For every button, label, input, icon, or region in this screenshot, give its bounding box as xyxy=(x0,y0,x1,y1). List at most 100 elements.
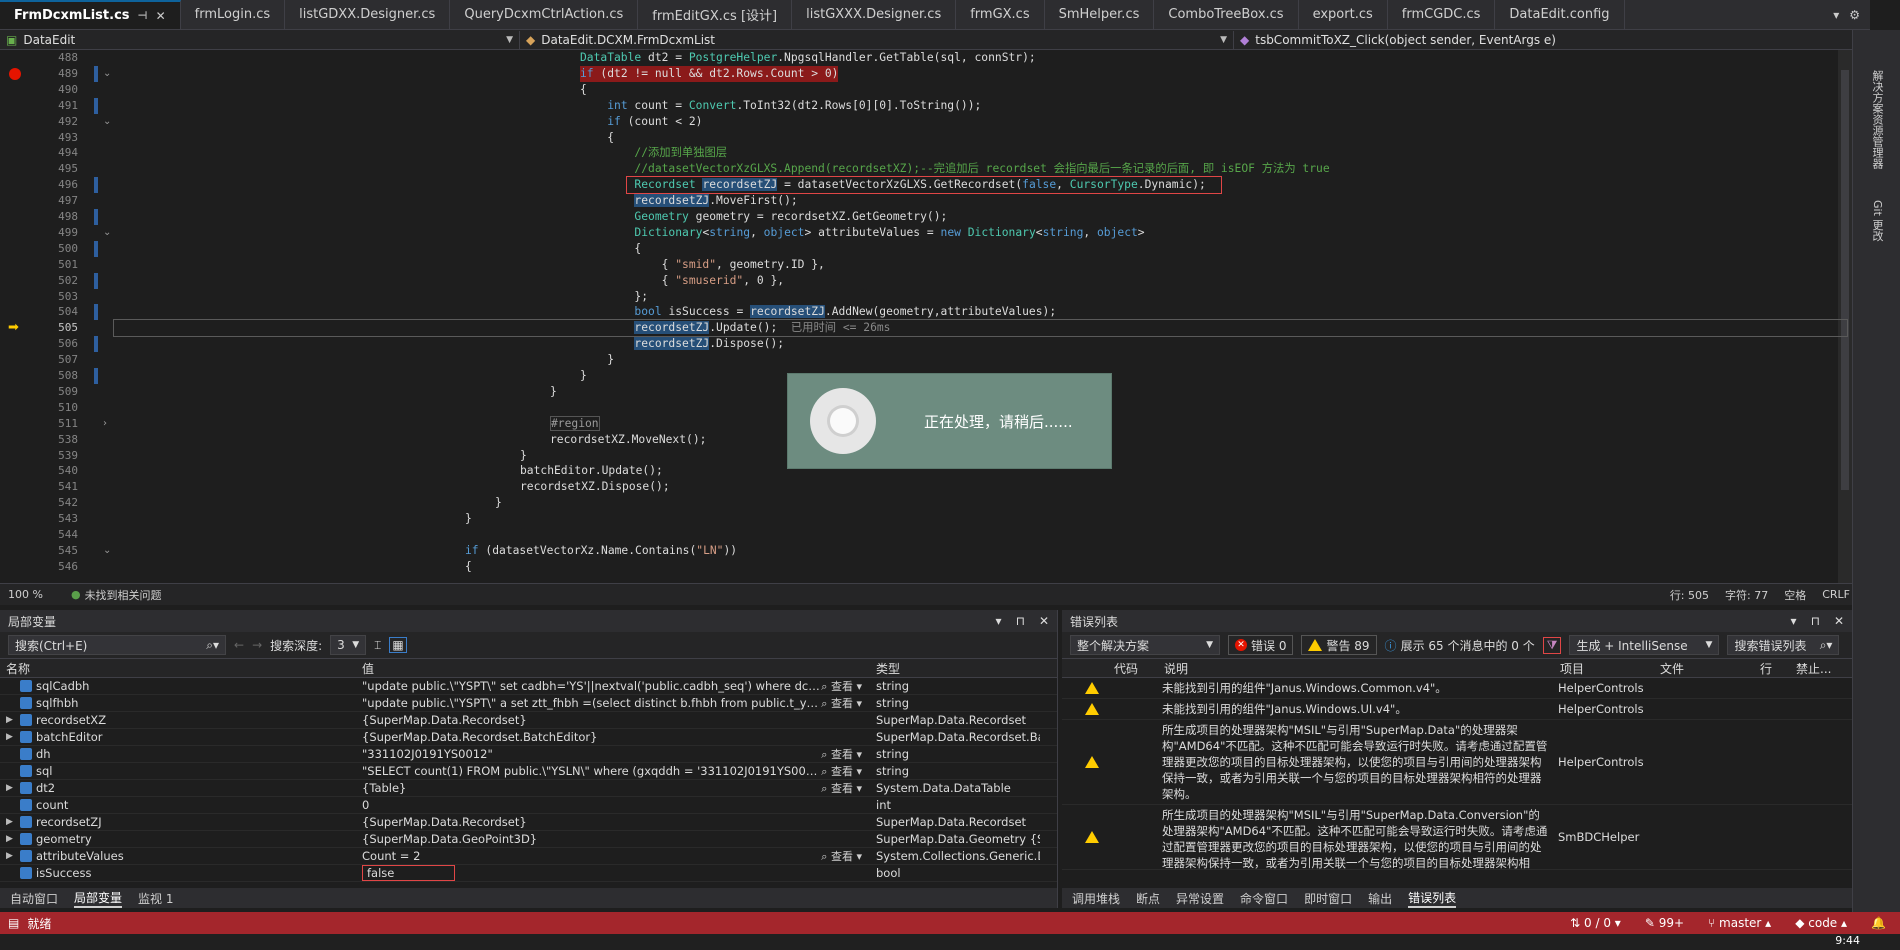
locals-row[interactable]: ▶ recordsetXZ {SuperMap.Data.Recordset} Sup… xyxy=(0,712,1057,729)
view-button[interactable]: ⌕ 查看 ▾ xyxy=(821,848,870,864)
bottom-tab[interactable]: 错误列表 xyxy=(1408,889,1457,908)
tab-3[interactable]: QueryDcxmCtrlAction.cs xyxy=(450,0,639,29)
code-line[interactable]: 544 xyxy=(0,527,1850,543)
column-type[interactable]: 类型 xyxy=(870,660,1040,677)
tab-4[interactable]: frmEditGX.cs [设计] xyxy=(638,0,793,29)
code-line[interactable]: 502 { "smuserid", 0 }, xyxy=(0,272,1850,289)
column-name[interactable]: 名称 xyxy=(0,660,356,677)
bottom-tab[interactable]: 调用堆栈 xyxy=(1072,890,1120,907)
code-line[interactable]: 488 DataTable dt2 = PostgreHelper.NpgsqlH… xyxy=(0,50,1850,66)
locals-row[interactable]: ▶ attributeValues Count = 2 ⌕ 查看 ▾ System.Co… xyxy=(0,848,1057,865)
code-text[interactable]: //datasetVectorXzGLXS.Append(recordsetXZ… xyxy=(580,161,1329,177)
code-text[interactable]: { xyxy=(580,241,641,257)
line-ending-indicator[interactable]: CRLF xyxy=(1822,588,1850,601)
line-number[interactable]: 497 xyxy=(30,193,78,209)
column-line[interactable]: 行 xyxy=(1754,660,1790,677)
line-number[interactable]: 490 xyxy=(30,82,78,98)
code-line[interactable]: 495 //datasetVectorXzGLXS.Append(records… xyxy=(0,161,1850,177)
code-line[interactable]: 500 { xyxy=(0,240,1850,257)
line-number[interactable]: 507 xyxy=(30,352,78,368)
pin-window-icon[interactable]: ⊓ xyxy=(1811,614,1820,628)
tab-1[interactable]: frmLogin.cs xyxy=(181,0,286,29)
execution-pointer-icon[interactable]: ➡ xyxy=(8,321,22,334)
code-text[interactable]: bool isSuccess = recordsetZJ.AddNew(geom… xyxy=(580,304,1056,320)
line-number[interactable]: 511 xyxy=(30,416,78,432)
git-changes-tab[interactable]: Git 更改 xyxy=(1869,200,1885,241)
whitespace-indicator[interactable]: 空格 xyxy=(1784,587,1806,603)
code-line[interactable]: 490 { xyxy=(0,82,1850,98)
line-number[interactable]: 503 xyxy=(30,289,78,305)
code-text[interactable]: recordsetXZ.Dispose(); xyxy=(520,479,670,495)
line-number[interactable]: 540 xyxy=(30,463,78,479)
member-dropdown[interactable]: ◆ tsbCommitToXZ_Click(object sender, Eve… xyxy=(1234,30,1870,49)
tab-8[interactable]: ComboTreeBox.cs xyxy=(1154,0,1299,29)
code-editor[interactable]: 488 DataTable dt2 = PostgreHelper.NpgsqlH… xyxy=(0,50,1852,583)
locals-row[interactable]: sql "SELECT count(1) FROM public.\"YSLN\"… xyxy=(0,763,1057,780)
line-number[interactable]: 492 xyxy=(30,114,78,130)
column-code[interactable]: 代码 xyxy=(1108,660,1158,677)
code-text[interactable]: } xyxy=(580,368,587,384)
locals-row[interactable]: dh "331102J0191YS0012" ⌕ 查看 ▾ string xyxy=(0,746,1057,763)
error-row[interactable]: 未能找到引用的组件"Janus.Windows.UI.v4"。 HelperCon… xyxy=(1062,699,1852,720)
project-dropdown[interactable]: ▣ DataEdit ▼ xyxy=(0,30,520,49)
code-text[interactable]: }; xyxy=(580,289,648,305)
line-number[interactable]: 493 xyxy=(30,130,78,146)
line-number[interactable]: 510 xyxy=(30,400,78,416)
locals-search-input[interactable]: 搜索(Ctrl+E) ⌕▾ xyxy=(8,635,226,655)
close-icon[interactable]: ✕ xyxy=(1039,614,1049,628)
code-line[interactable]: 507 } xyxy=(0,352,1850,368)
pin-icon[interactable]: ▾ xyxy=(996,614,1002,628)
code-line[interactable]: 503 }; xyxy=(0,289,1850,305)
code-text[interactable]: } xyxy=(495,495,502,511)
close-icon[interactable]: ✕ xyxy=(1834,614,1844,628)
line-number[interactable]: 505 xyxy=(30,320,78,336)
bottom-tab[interactable]: 局部变量 xyxy=(74,889,123,908)
line-number[interactable]: 495 xyxy=(30,161,78,177)
pin-window-icon[interactable]: ⊓ xyxy=(1016,614,1025,628)
view-button[interactable]: ⌕ 查看 ▾ xyxy=(821,695,870,711)
bottom-tab[interactable]: 自动窗口 xyxy=(10,890,58,907)
tab-6[interactable]: frmGX.cs xyxy=(956,0,1045,29)
error-row[interactable]: 所生成项目的处理器架构"MSIL"与引用"SuperMap.Data.Conve… xyxy=(1062,805,1852,870)
locals-row[interactable]: sqlCadbh "update public.\"YSPT\" set cadb… xyxy=(0,678,1057,695)
expand-region-icon[interactable]: › xyxy=(103,416,107,432)
collapse-region-icon[interactable]: ⌄ xyxy=(103,543,111,559)
variable-value[interactable]: {SuperMap.Data.Recordset} xyxy=(362,815,527,829)
code-text[interactable]: } xyxy=(465,511,472,527)
code-text[interactable]: Geometry geometry = recordsetXZ.GetGeome… xyxy=(580,209,947,225)
git-branch[interactable]: ⑂ master ▴ xyxy=(1708,916,1771,930)
code-text[interactable]: } xyxy=(580,352,614,368)
line-changes[interactable]: ⇅ 0 / 0 ▾ xyxy=(1570,916,1621,930)
code-line[interactable]: 494 //添加到单独图层 xyxy=(0,145,1850,161)
code-line[interactable]: 489 if (dt2 != null && dt2.Rows.Count > 0… xyxy=(0,65,1850,82)
code-text[interactable]: } xyxy=(550,384,557,400)
error-row[interactable]: 未能找到引用的组件"Janus.Windows.Common.v4"。 Helpe… xyxy=(1062,678,1852,699)
tab-5[interactable]: listGXXX.Designer.cs xyxy=(792,0,957,29)
view-button[interactable]: ⌕ 查看 ▾ xyxy=(821,746,870,762)
build-filter-select[interactable]: 生成 + IntelliSense ▼ xyxy=(1569,635,1720,655)
code-line[interactable]: 501 { "smid", geometry.ID }, xyxy=(0,257,1850,273)
line-number[interactable]: 541 xyxy=(30,479,78,495)
code-line[interactable]: 497 recordsetZJ.MoveFirst(); xyxy=(0,193,1850,209)
git-repo[interactable]: ◆ code ▴ xyxy=(1795,916,1847,930)
filter-icon[interactable]: ⧩ xyxy=(1542,636,1562,654)
search-depth-select[interactable]: 3 ▼ xyxy=(330,635,367,655)
code-text[interactable]: if (dt2 != null && dt2.Rows.Count > 0) xyxy=(580,65,839,82)
locals-row[interactable]: count 0 int xyxy=(0,797,1057,814)
view-button[interactable]: ⌕ 查看 ▾ xyxy=(821,763,870,779)
code-text[interactable]: { "smid", geometry.ID }, xyxy=(580,257,825,273)
code-text[interactable]: #region xyxy=(550,415,600,432)
tab-2[interactable]: listGDXX.Designer.cs xyxy=(285,0,451,29)
locals-row[interactable]: ▶ geometry {SuperMap.Data.GeoPoint3D} Super… xyxy=(0,831,1057,848)
code-text[interactable]: { xyxy=(465,559,472,575)
bottom-tab[interactable]: 命令窗口 xyxy=(1240,890,1288,907)
expand-arrow-icon[interactable]: ▶ xyxy=(6,732,16,742)
bottom-tab[interactable]: 即时窗口 xyxy=(1304,890,1352,907)
type-dropdown[interactable]: ◆ DataEdit.DCXM.FrmDcxmList ▼ xyxy=(520,30,1234,49)
variable-value[interactable]: {Table} xyxy=(362,781,406,795)
code-line[interactable]: 504 bool isSuccess = recordsetZJ.AddNew(… xyxy=(0,304,1850,321)
error-row[interactable]: 所生成项目的处理器架构"MSIL"与引用"SuperMap.Data"的处理器架… xyxy=(1062,720,1852,805)
view-toggle-icon[interactable]: ▦ xyxy=(389,637,407,653)
locals-row[interactable]: sqlfhbh "update public.\"YSPT\" a set ztt… xyxy=(0,695,1057,712)
code-text[interactable]: DataTable dt2 = PostgreHelper.NpgsqlHand… xyxy=(580,50,1036,66)
